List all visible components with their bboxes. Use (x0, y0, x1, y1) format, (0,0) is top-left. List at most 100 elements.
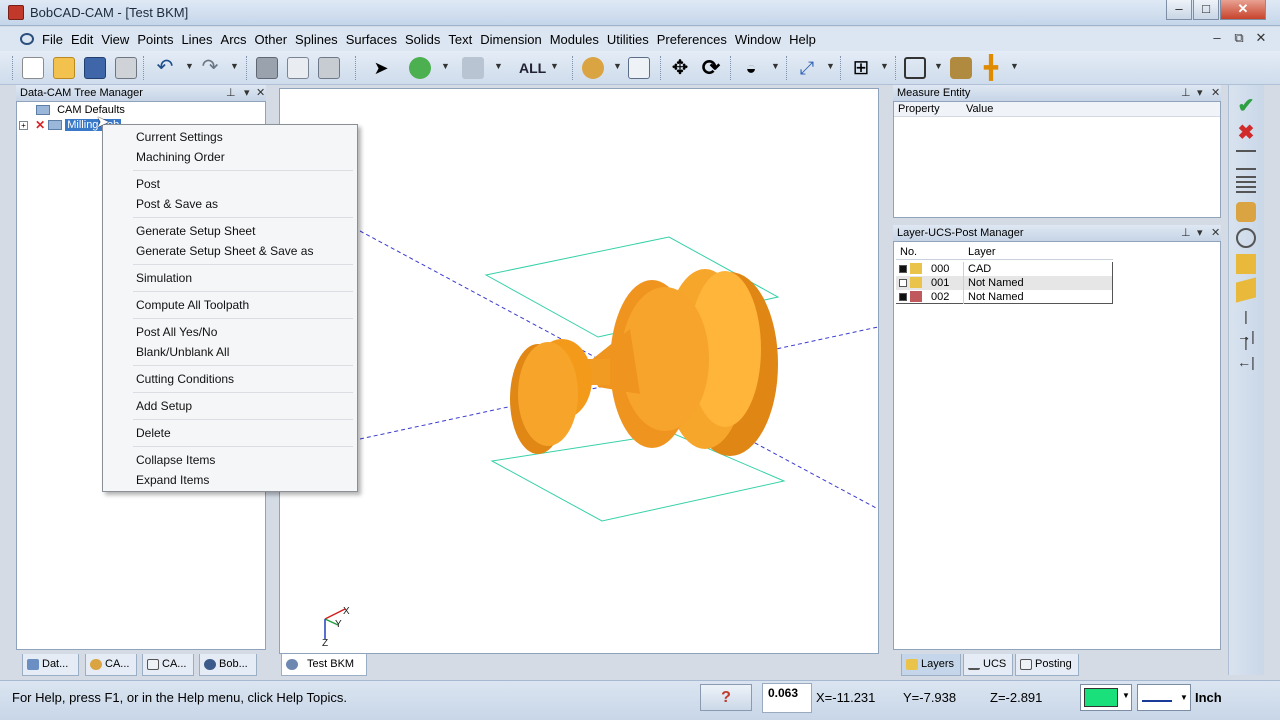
layer-row[interactable]: 000 CAD (896, 262, 1113, 276)
layer-visible-checkbox[interactable] (899, 293, 907, 301)
menu-item-generate-setup-sheet-save-as[interactable]: Generate Setup Sheet & Save as (136, 244, 313, 258)
tree-item-cam-defaults[interactable]: CAM Defaults (36, 104, 125, 118)
units-label[interactable]: Inch (1195, 690, 1222, 705)
menu-item-machining-order[interactable]: Machining Order (136, 150, 225, 164)
menu-item-expand-items[interactable]: Expand Items (136, 473, 209, 487)
menu-item-compute-all-toolpath[interactable]: Compute All Toolpath (136, 298, 249, 312)
add-remove-icon[interactable] (409, 57, 431, 79)
list-icon[interactable] (1236, 150, 1256, 170)
cancel-x-icon[interactable]: ✖ (1236, 123, 1256, 143)
menu-item-add-setup[interactable]: Add Setup (136, 399, 192, 413)
open-folder-icon[interactable] (53, 57, 75, 79)
menu-preferences[interactable]: Preferences (653, 27, 731, 47)
paste-icon[interactable] (318, 57, 340, 79)
menu-solids[interactable]: Solids (401, 27, 444, 47)
menu-window[interactable]: Window (731, 27, 785, 47)
viewport-canvas[interactable]: X Y Z (280, 89, 879, 653)
menu-modules[interactable]: Modules (546, 27, 603, 47)
zoom-icon[interactable] (582, 57, 604, 79)
panel-menu-icon[interactable]: ▾ (244, 86, 250, 99)
color-picker[interactable]: ▼ (1080, 684, 1132, 711)
redo-dropdown-icon[interactable]: ▼ (230, 61, 239, 71)
layer-visible-checkbox[interactable] (899, 279, 907, 287)
align-right-icon[interactable]: |←| (1236, 332, 1256, 370)
ruler-icon[interactable] (1236, 254, 1256, 274)
panel-close-icon[interactable]: ✕ (1211, 86, 1220, 99)
view-cube-icon[interactable] (904, 57, 926, 79)
mdi-minimize-button[interactable]: – (1206, 30, 1228, 45)
tool-icon[interactable] (1236, 202, 1256, 222)
save-icon[interactable] (84, 57, 106, 79)
pin-icon[interactable]: ⊥ (1181, 86, 1191, 99)
redo-icon[interactable]: ↷ (199, 57, 221, 79)
add-dropdown-icon[interactable]: ▼ (441, 61, 450, 71)
minimize-button[interactable]: – (1166, 0, 1192, 20)
select-arrow-icon[interactable]: ➤ (370, 57, 392, 79)
undo-dropdown-icon[interactable]: ▼ (185, 61, 194, 71)
line-style-picker[interactable]: ▼ (1137, 684, 1191, 711)
print-icon[interactable] (115, 57, 137, 79)
panel-close-icon[interactable]: ✕ (1211, 226, 1220, 239)
menu-item-delete[interactable]: Delete (136, 426, 171, 440)
mdi-restore-button[interactable]: ⧉ (1228, 30, 1250, 46)
step-value-field[interactable]: 0.063 (762, 683, 812, 713)
panel-menu-icon[interactable]: ▾ (1197, 226, 1203, 239)
menu-help[interactable]: Help (785, 27, 820, 47)
graphics-viewport[interactable]: X Y Z (279, 88, 879, 654)
snap-dropdown-icon[interactable]: ▼ (826, 61, 835, 71)
menu-item-collapse-items[interactable]: Collapse Items (136, 453, 215, 467)
orbit-dropdown-icon[interactable]: ▼ (771, 61, 780, 71)
column-value[interactable]: Value (966, 103, 993, 115)
tab-document-test-bkm[interactable]: Test BKM (281, 654, 367, 676)
menu-item-post-save-as[interactable]: Post & Save as (136, 197, 218, 211)
menu-text[interactable]: Text (444, 27, 476, 47)
panel-close-icon[interactable]: ✕ (256, 86, 265, 99)
render-icon[interactable] (950, 57, 972, 79)
new-file-icon[interactable] (22, 57, 44, 79)
selection-filter-all[interactable]: ALL (519, 60, 546, 76)
menu-edit[interactable]: Edit (67, 27, 97, 47)
menu-item-post[interactable]: Post (136, 177, 160, 191)
menu-item-cutting-conditions[interactable]: Cutting Conditions (136, 372, 234, 386)
app-icon[interactable] (8, 5, 24, 20)
app-menu-icon[interactable] (20, 33, 34, 45)
menu-surfaces[interactable]: Surfaces (342, 27, 401, 47)
line-style-dropdown-icon[interactable]: ▼ (1180, 693, 1188, 702)
select-filter-icon[interactable] (462, 57, 484, 79)
panel-menu-icon[interactable]: ▾ (1197, 86, 1203, 99)
column-property[interactable]: Property (898, 103, 940, 115)
ucs-dropdown-icon[interactable]: ▼ (880, 61, 889, 71)
orbit-icon[interactable]: ◒ (740, 57, 762, 79)
snap-icon[interactable]: ⤢ (796, 57, 818, 79)
zoom-dropdown-icon[interactable]: ▼ (613, 61, 622, 71)
lines-icon[interactable] (1236, 176, 1256, 196)
cut-icon[interactable] (256, 57, 278, 79)
layer-row[interactable]: 002 Not Named (896, 290, 1113, 304)
crosshair-icon[interactable]: ╋ (980, 57, 1002, 79)
menu-item-generate-setup-sheet[interactable]: Generate Setup Sheet (136, 224, 255, 238)
pin-icon[interactable]: ⊥ (226, 86, 236, 99)
column-no[interactable]: No. (900, 246, 917, 258)
column-layer[interactable]: Layer (968, 246, 996, 258)
menu-item-blank-unblank-all[interactable]: Blank/Unblank All (136, 345, 229, 359)
circle-icon[interactable] (1236, 228, 1256, 248)
zoom-window-icon[interactable] (628, 57, 650, 79)
maximize-button[interactable]: □ (1193, 0, 1219, 20)
part-model[interactable] (510, 269, 778, 456)
pin-icon[interactable]: ⊥ (1181, 226, 1191, 239)
filter-all-dropdown-icon[interactable]: ▼ (550, 61, 559, 71)
rotate-icon[interactable]: ⟳ (700, 57, 722, 79)
expand-icon[interactable]: + (19, 120, 28, 130)
pan-icon[interactable]: ✥ (669, 57, 691, 79)
menu-points[interactable]: Points (133, 27, 177, 47)
check-icon[interactable]: ✔ (1236, 96, 1256, 116)
tab-posting[interactable]: Posting (1015, 654, 1079, 676)
menu-file[interactable]: File (38, 27, 67, 47)
tab-bobcad[interactable]: Bob... (199, 654, 257, 676)
color-dropdown-icon[interactable]: ▼ (1122, 691, 1130, 700)
close-button[interactable]: ✕ (1220, 0, 1266, 20)
align-left-icon[interactable]: |→| (1236, 306, 1256, 344)
tab-cam[interactable]: CA... (85, 654, 137, 676)
view-dropdown-icon[interactable]: ▼ (934, 61, 943, 71)
layer-row[interactable]: 001 Not Named (896, 276, 1113, 290)
